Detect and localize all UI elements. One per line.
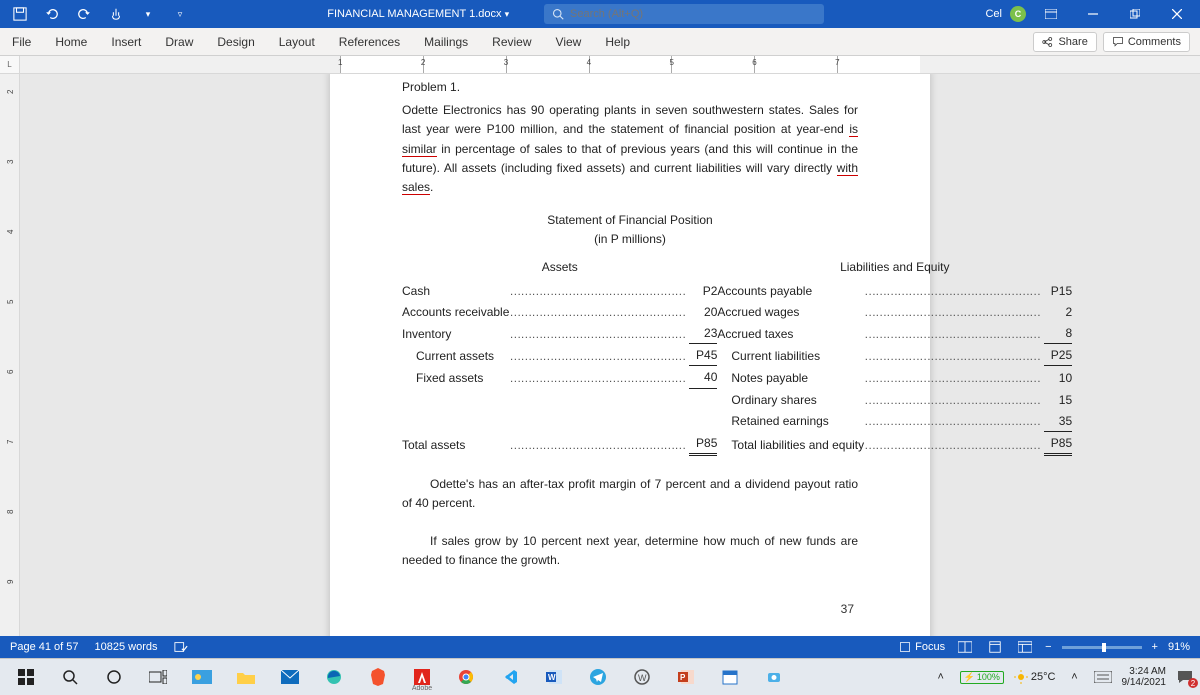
- page-number: 37: [402, 600, 858, 619]
- weather-widget-icon[interactable]: [182, 662, 222, 692]
- autosave-icon[interactable]: [8, 2, 32, 26]
- undo-icon[interactable]: [40, 2, 64, 26]
- tab-mailings[interactable]: Mailings: [412, 28, 480, 55]
- sun-icon: [1014, 670, 1028, 684]
- camera-icon[interactable]: [754, 662, 794, 692]
- status-page[interactable]: Page 41 of 57: [10, 641, 79, 653]
- paragraph-question: If sales grow by 10 percent next year, d…: [402, 532, 858, 570]
- touch-mode-icon[interactable]: [104, 2, 128, 26]
- notifications-icon[interactable]: 2: [1176, 668, 1194, 686]
- user-name[interactable]: Cel: [985, 8, 1002, 20]
- sof-title: Statement of Financial Position: [402, 211, 858, 230]
- mail-icon[interactable]: [270, 662, 310, 692]
- cortana-icon[interactable]: [94, 662, 134, 692]
- tab-help[interactable]: Help: [593, 28, 642, 55]
- status-words[interactable]: 10825 words: [95, 641, 158, 653]
- paragraph-margin: Odette's has an after-tax profit margin …: [402, 475, 858, 513]
- comment-icon: [1112, 36, 1124, 48]
- maximize-icon[interactable]: [1118, 0, 1152, 28]
- tab-layout[interactable]: Layout: [267, 28, 327, 55]
- chrome-icon[interactable]: [446, 662, 486, 692]
- battery-status[interactable]: ⚡100%: [960, 671, 1004, 684]
- tab-review[interactable]: Review: [480, 28, 543, 55]
- keyboard-icon[interactable]: [1094, 668, 1112, 686]
- ribbon-display-icon[interactable]: [1034, 0, 1068, 28]
- svg-text:W: W: [548, 673, 556, 682]
- qat-more-icon[interactable]: ▾: [136, 2, 160, 26]
- tab-home[interactable]: Home: [43, 28, 99, 55]
- weather-temp[interactable]: 25°C: [1014, 670, 1056, 684]
- clock[interactable]: 3:24 AM 9/14/2021: [1122, 666, 1167, 689]
- tab-draw[interactable]: Draw: [153, 28, 205, 55]
- app-icon[interactable]: W: [622, 662, 662, 692]
- vscode-icon[interactable]: [490, 662, 530, 692]
- tab-references[interactable]: References: [327, 28, 412, 55]
- horizontal-ruler[interactable]: 1 2 3 4 5 6 7: [20, 56, 1200, 73]
- start-icon[interactable]: [6, 662, 46, 692]
- minimize-icon[interactable]: [1076, 0, 1110, 28]
- tray-chevron-icon[interactable]: ˄: [932, 668, 950, 686]
- powerpoint-icon[interactable]: P: [666, 662, 706, 692]
- calendar-icon[interactable]: [710, 662, 750, 692]
- file-explorer-icon[interactable]: [226, 662, 266, 692]
- tab-file[interactable]: File: [0, 28, 43, 55]
- zoom-level[interactable]: 91%: [1168, 641, 1190, 653]
- statement-table: Assets Liabilities and Equity CashP2 Acc…: [402, 258, 1072, 458]
- problem-heading: Problem 1.: [402, 78, 858, 97]
- zoom-slider[interactable]: [1062, 646, 1142, 649]
- share-icon: [1042, 36, 1054, 48]
- svg-text:P: P: [680, 673, 686, 682]
- print-layout-icon[interactable]: [985, 639, 1005, 655]
- word-icon[interactable]: W: [534, 662, 574, 692]
- tray-expand-icon[interactable]: ˄: [1066, 668, 1084, 686]
- share-button[interactable]: Share: [1033, 32, 1096, 52]
- tab-design[interactable]: Design: [205, 28, 266, 55]
- focus-button[interactable]: Focus: [899, 641, 945, 653]
- comments-button[interactable]: Comments: [1103, 32, 1190, 52]
- ruler-corner: L: [0, 56, 20, 73]
- zoom-out-icon[interactable]: −: [1045, 641, 1051, 653]
- close-icon[interactable]: [1160, 0, 1194, 28]
- intro-paragraph: Odette Electronics has 90 operating plan…: [402, 101, 858, 197]
- edge-icon[interactable]: [314, 662, 354, 692]
- web-layout-icon[interactable]: [1015, 639, 1035, 655]
- assets-header: Assets: [402, 258, 717, 281]
- read-mode-icon[interactable]: [955, 639, 975, 655]
- search-box[interactable]: [544, 4, 824, 24]
- brave-icon[interactable]: [358, 662, 398, 692]
- tab-view[interactable]: View: [544, 28, 594, 55]
- qat-overflow-icon[interactable]: ▿: [168, 2, 192, 26]
- liab-header: Liabilities and Equity: [717, 258, 1072, 281]
- avatar[interactable]: C: [1010, 6, 1026, 22]
- redo-icon[interactable]: [72, 2, 96, 26]
- telegram-icon[interactable]: [578, 662, 618, 692]
- spellcheck-icon[interactable]: [174, 640, 188, 654]
- adobe-icon[interactable]: Adobe: [402, 662, 442, 692]
- taskbar-search-icon[interactable]: [50, 662, 90, 692]
- document-title: FINANCIAL MANAGEMENT 1.docx ▾: [327, 8, 509, 20]
- document-page[interactable]: Problem 1. Odette Electronics has 90 ope…: [330, 74, 930, 636]
- search-input[interactable]: [570, 8, 816, 20]
- zoom-in-icon[interactable]: +: [1152, 641, 1158, 653]
- sof-subtitle: (in P millions): [402, 230, 858, 249]
- task-view-icon[interactable]: [138, 662, 178, 692]
- tab-insert[interactable]: Insert: [99, 28, 153, 55]
- vertical-ruler[interactable]: 2 3 4 5 6 7 8 9: [0, 74, 20, 636]
- search-icon: [552, 8, 564, 20]
- focus-icon: [899, 641, 911, 653]
